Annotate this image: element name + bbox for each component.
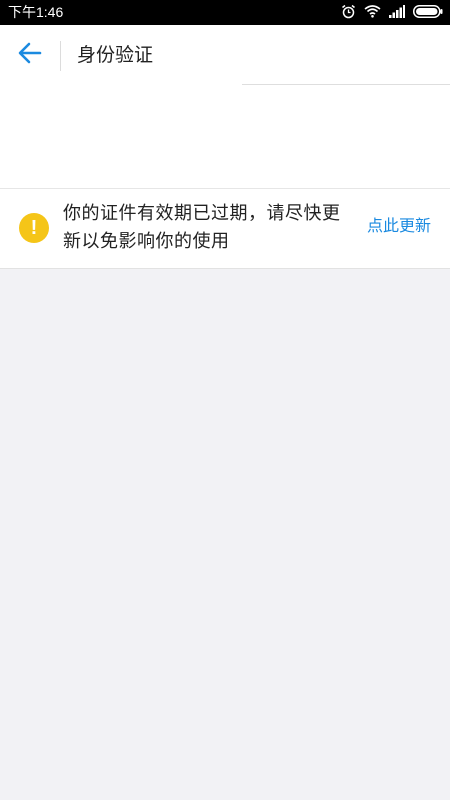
battery-icon — [413, 4, 443, 21]
title-bar: 身份验证 — [0, 25, 450, 85]
warning-icon: ! — [19, 213, 49, 243]
expired-id-notice: ! 你的证件有效期已过期，请尽快更新以免影响你的使用 点此更新 — [0, 188, 450, 269]
status-time: 下午1:46 — [8, 4, 64, 20]
title-divider — [60, 41, 61, 71]
blank-area — [0, 85, 450, 188]
wifi-icon — [364, 4, 381, 21]
status-bar: 下午1:46 — [0, 0, 450, 25]
alarm-icon — [341, 4, 356, 22]
notice-message: 你的证件有效期已过期，请尽快更新以免影响你的使用 — [63, 203, 341, 252]
back-button[interactable] — [12, 37, 48, 73]
status-icons — [333, 3, 443, 22]
update-now-link[interactable]: 点此更新 — [367, 214, 431, 238]
page-title: 身份验证 — [77, 44, 154, 66]
signal-icon — [389, 4, 405, 21]
arrow-left-icon — [18, 42, 42, 68]
